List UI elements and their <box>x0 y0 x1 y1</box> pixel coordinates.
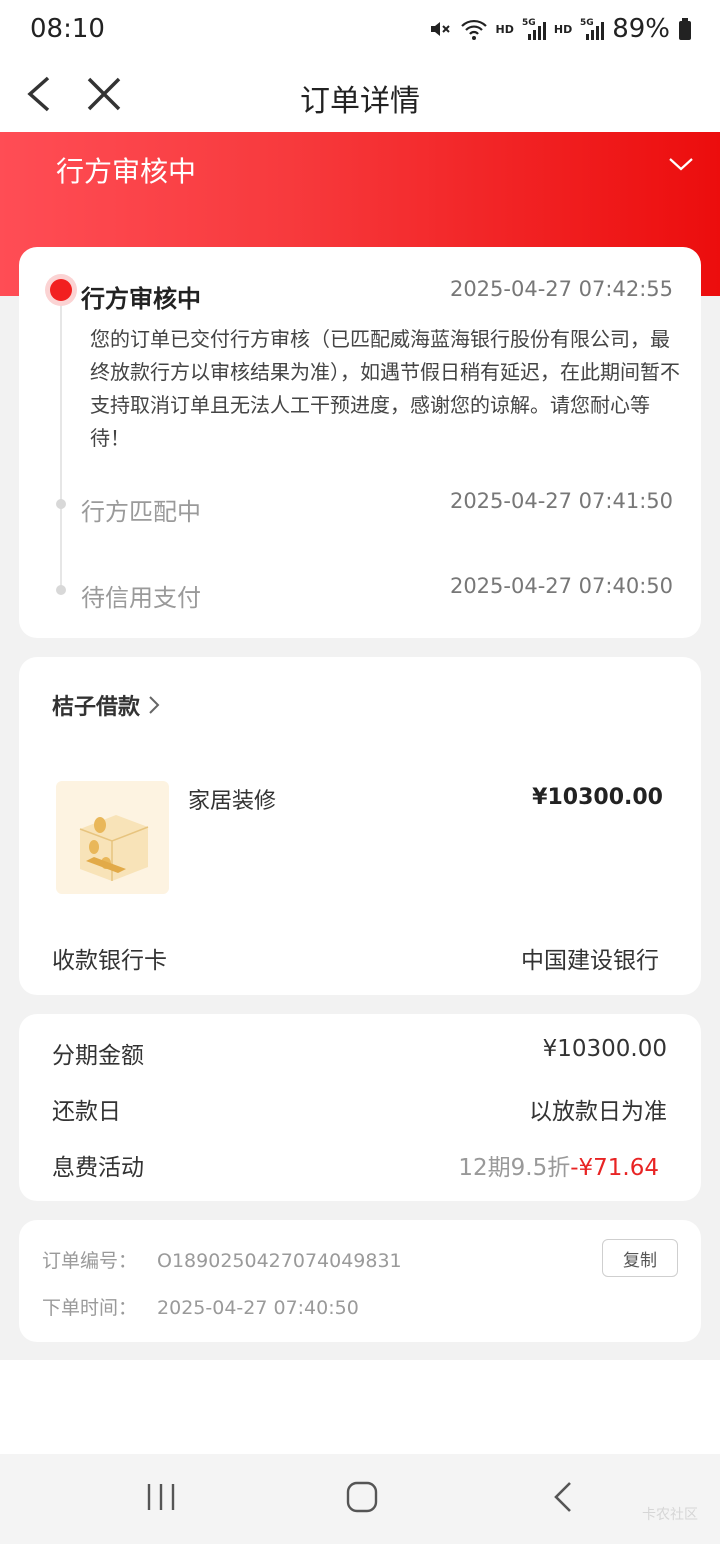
svg-text:5G: 5G <box>522 18 536 28</box>
merchant-link[interactable]: 桔子借款 <box>52 689 160 721</box>
timeline-step-title: 行方审核中 <box>81 285 201 313</box>
system-nav-bar <box>0 1454 720 1544</box>
hd-label-2: HD <box>553 22 573 36</box>
product-card: 桔子借款 家居装修 ¥10300.00 收款银行卡 中国建设银行 <box>19 657 701 995</box>
timeline-step-title: 待信用支付 <box>81 584 201 612</box>
battery-percent: 89% <box>612 14 670 44</box>
page-title: 订单详情 <box>300 84 420 119</box>
banner-status-text: 行方审核中 <box>56 155 197 188</box>
status-time: 08:10 <box>30 14 105 44</box>
promo-value: 12期9.5折-¥71.64 <box>458 1148 659 1182</box>
repay-day-value: 以放款日为准 <box>529 1099 667 1125</box>
battery-icon <box>678 17 692 41</box>
order-time-value: 2025-04-27 07:40:50 <box>157 1297 359 1319</box>
product-price: ¥10300.00 <box>532 785 663 810</box>
timeline-dot <box>56 499 66 509</box>
hd-label-1: HD <box>495 22 514 36</box>
home-icon[interactable] <box>345 1480 379 1514</box>
amount-label: 分期金额 <box>52 1043 144 1069</box>
svg-text:5G: 5G <box>580 18 594 28</box>
order-number-row: 订单编号： O1890250427074049831 <box>42 1246 402 1273</box>
timeline-dot-active <box>50 279 72 301</box>
order-info-card: 订单编号： O1890250427074049831 复制 下单时间： 2025-0… <box>19 1220 701 1342</box>
chevron-down-icon[interactable] <box>668 154 694 174</box>
signal-icon-1: 5G <box>522 16 546 42</box>
installment-card: 分期金额 ¥10300.00 还款日 以放款日为准 息费活动 12期9.5折-¥… <box>19 1014 701 1201</box>
progress-timeline-card: 行方审核中 2025-04-27 07:42:55 您的订单已交付行方审核（已匹… <box>19 247 701 638</box>
order-time-row: 下单时间： 2025-04-27 07:40:50 <box>42 1293 359 1320</box>
product-thumbnail <box>56 781 169 894</box>
watermark-text: 卡农社区 <box>642 1507 698 1523</box>
mute-icon <box>428 17 452 41</box>
back-nav-icon[interactable] <box>550 1480 576 1514</box>
order-number-value: O1890250427074049831 <box>157 1250 402 1272</box>
timeline-dot <box>56 585 66 595</box>
product-name: 家居装修 <box>188 789 277 814</box>
promo-text: 12期9.5折 <box>458 1155 571 1181</box>
promo-discount: -¥71.64 <box>570 1155 659 1181</box>
timeline-step-time: 2025-04-27 07:41:50 <box>449 489 673 513</box>
status-bar: 08:10 HD 5G HD 5G 89% <box>0 0 720 62</box>
merchant-name: 桔子借款 <box>52 695 141 720</box>
recent-apps-icon[interactable] <box>146 1482 176 1512</box>
timeline-step-time: 2025-04-27 07:40:50 <box>449 574 673 598</box>
wifi-icon <box>460 17 488 41</box>
status-icons: HD 5G HD 5G 89% <box>428 14 692 44</box>
timeline-step-description: 您的订单已交付行方审核（已匹配威海蓝海银行股份有限公司，最终放款行方以审核结果为… <box>90 327 680 450</box>
bottom-blank-area <box>0 1360 720 1454</box>
promo-label: 息费活动 <box>52 1155 144 1181</box>
signal-icon-2: 5G <box>580 16 605 42</box>
bank-card-value: 中国建设银行 <box>521 948 659 974</box>
bank-card-label: 收款银行卡 <box>52 948 167 974</box>
timeline-line <box>60 293 62 593</box>
timeline-step-title: 行方匹配中 <box>81 498 201 526</box>
top-nav-bar: 订单详情 <box>0 62 720 132</box>
chevron-right-icon <box>149 696 160 714</box>
order-number-label: 订单编号： <box>42 1250 138 1272</box>
repay-day-label: 还款日 <box>52 1099 121 1125</box>
copy-button[interactable]: 复制 <box>602 1239 678 1277</box>
amount-value: ¥10300.00 <box>542 1036 667 1062</box>
coin-box-icon <box>79 815 149 881</box>
order-time-label: 下单时间： <box>42 1297 138 1319</box>
timeline-step-time: 2025-04-27 07:42:55 <box>449 277 673 301</box>
